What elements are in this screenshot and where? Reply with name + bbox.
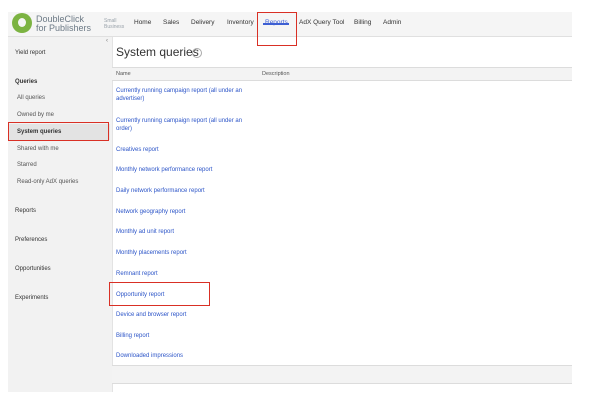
main-content: System queries ? Name Description Curren… [112,37,572,392]
sidebar-item-starred[interactable]: Starred [17,162,37,168]
sidebar-item-all-queries[interactable]: All queries [17,95,45,101]
table-row[interactable]: Remnant report [116,270,158,278]
table-row[interactable]: Downloaded impressions [116,352,183,360]
brand-line2: for Publishers [36,23,92,33]
nav-inventory[interactable]: Inventory [227,19,254,26]
nav-sales[interactable]: Sales [163,19,179,26]
doubleclick-logo-icon [12,13,32,33]
sidebar-item-yield-report[interactable]: Yield report [15,50,45,56]
opportunity-report-highlight-box [109,282,210,306]
sidebar-section-preferences[interactable]: Preferences [15,237,47,243]
nav-adx-query-tool[interactable]: AdX Query Tool [299,19,344,26]
table-footer [112,365,572,384]
sidebar-section-opportunities[interactable]: Opportunities [15,266,51,272]
table-row[interactable]: Monthly network performance report [116,166,212,174]
sidebar-section-reports[interactable]: Reports [15,208,36,214]
table-row[interactable]: Creatives report [116,146,159,154]
sidebar-item-read-only-adx-queries[interactable]: Read-only AdX queries [17,179,78,185]
sidebar-section-experiments[interactable]: Experiments [15,295,48,301]
sidebar-item-owned-by-me[interactable]: Owned by me [17,112,54,118]
table-row[interactable]: Monthly placements report [116,249,187,257]
doubleclick-logo[interactable]: DoubleClick for Publishers Small Busines… [12,12,130,36]
table-row[interactable]: Currently running campaign report (all u… [116,117,256,133]
table-header: Name Description [112,67,572,81]
sidebar [8,37,113,392]
nav-billing[interactable]: Billing [354,19,371,26]
table-row[interactable]: Network geography report [116,208,185,216]
collapse-sidebar-icon[interactable]: ‹ [106,38,108,44]
nav-delivery[interactable]: Delivery [191,19,214,26]
column-header-name[interactable]: Name [116,71,131,77]
page-title: System queries [116,45,199,59]
nav-admin[interactable]: Admin [383,19,401,26]
nav-home[interactable]: Home [134,19,151,26]
table-row[interactable]: Billing report [116,332,149,340]
table-row[interactable]: Daily network performance report [116,187,205,195]
sidebar-section-queries[interactable]: Queries [15,79,37,85]
table-row[interactable]: Currently running campaign report (all u… [116,87,256,103]
sidebar-item-shared-with-me[interactable]: Shared with me [17,146,59,152]
brand-sub: Small Business [104,18,125,30]
table-row[interactable]: Monthly ad unit report [116,228,174,236]
help-icon[interactable]: ? [192,48,202,58]
reports-tab-highlight-box [257,12,297,46]
system-queries-highlight-box [8,122,109,141]
column-header-description[interactable]: Description [262,71,290,77]
table-row[interactable]: Device and browser report [116,311,186,319]
